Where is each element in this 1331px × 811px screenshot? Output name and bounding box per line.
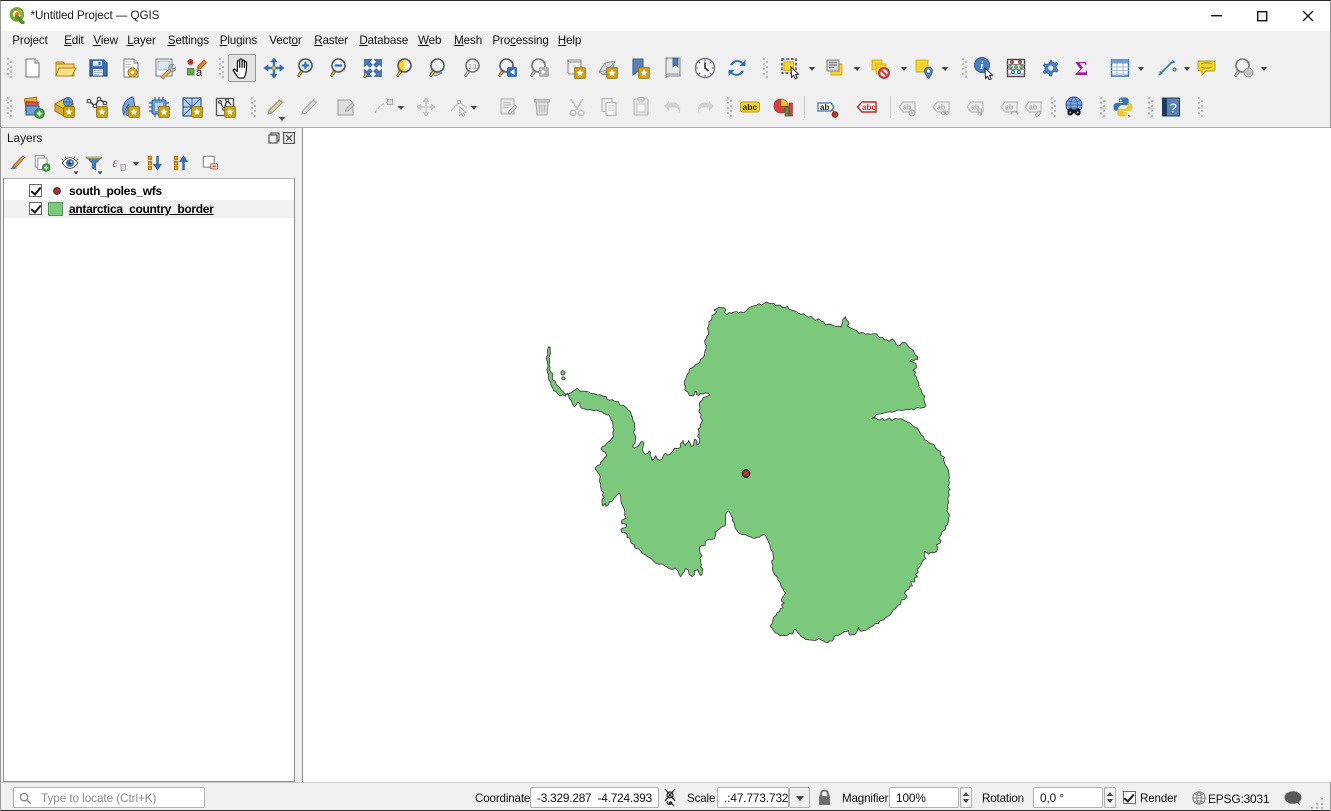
- svg-text:ab: ab: [820, 103, 829, 112]
- svg-text:ab: ab: [1029, 105, 1037, 112]
- svg-text:ε: ε: [112, 155, 118, 170]
- svg-text:abc: abc: [743, 102, 758, 112]
- svg-text:abc: abc: [862, 103, 876, 112]
- svg-text:1:1: 1:1: [468, 64, 477, 71]
- svg-text:ab: ab: [937, 105, 945, 112]
- svg-text:Σ: Σ: [1075, 58, 1088, 80]
- svg-text:ab: ab: [1005, 105, 1013, 112]
- svg-text:?: ?: [1170, 101, 1177, 116]
